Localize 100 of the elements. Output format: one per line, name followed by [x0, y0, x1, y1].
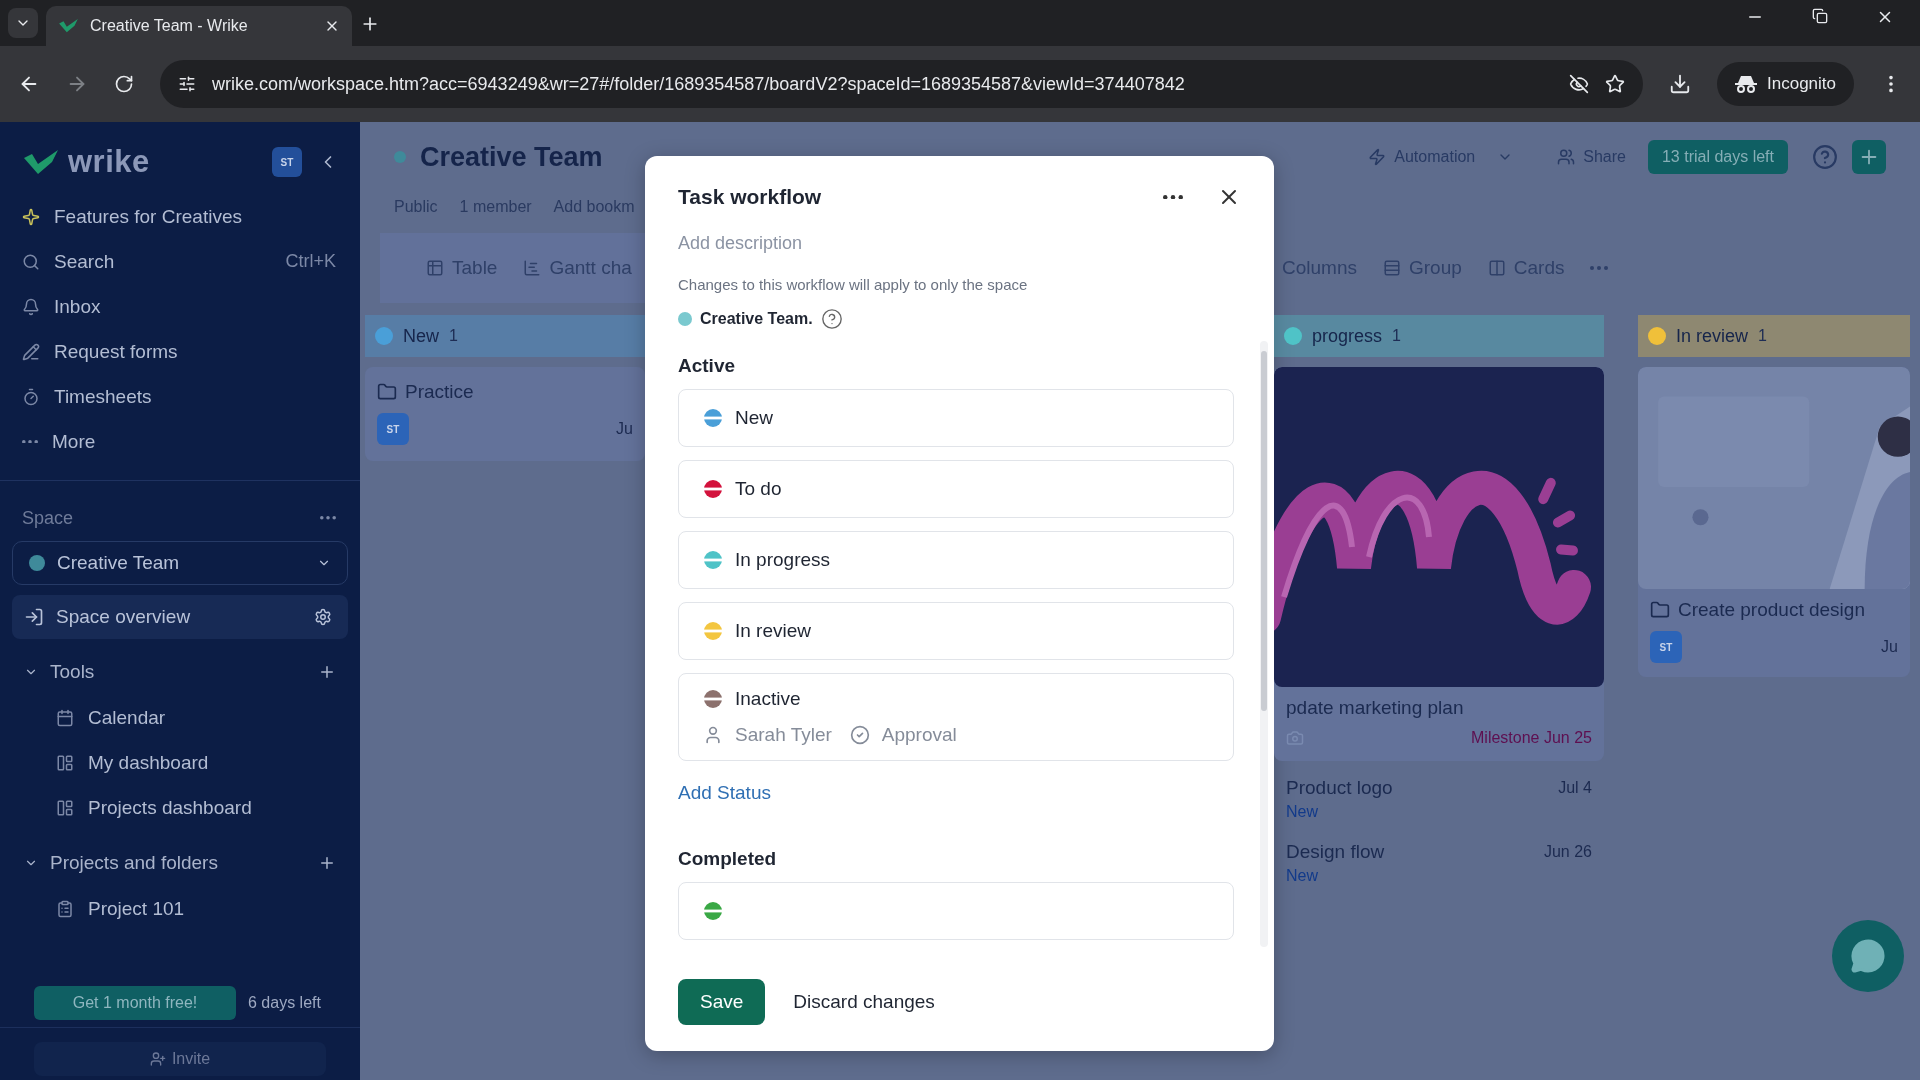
- download-icon[interactable]: [1669, 73, 1691, 95]
- add-icon[interactable]: [318, 854, 336, 872]
- shortcut-hint: Ctrl+K: [285, 251, 336, 272]
- person-icon: [703, 725, 723, 745]
- task-card[interactable]: Practice ST Ju: [365, 367, 645, 461]
- status-row[interactable]: New: [678, 389, 1234, 447]
- camera-icon: [1286, 729, 1304, 747]
- add-status-link[interactable]: Add Status: [678, 782, 1234, 804]
- add-button[interactable]: [1852, 140, 1886, 174]
- help-icon[interactable]: [820, 308, 843, 330]
- trial-badge[interactable]: 13 trial days left: [1647, 140, 1788, 174]
- space-icon: [29, 555, 45, 571]
- favicon-icon: [58, 18, 80, 34]
- status-row[interactable]: To do: [678, 460, 1234, 518]
- invite-button[interactable]: Invite: [34, 1042, 326, 1076]
- promo-button[interactable]: Get 1 month free!: [34, 986, 236, 1020]
- section-label: Space: [22, 507, 74, 529]
- card-title[interactable]: Create product design: [1678, 599, 1865, 621]
- status-row[interactable]: In review: [678, 602, 1234, 660]
- discard-button[interactable]: Discard changes: [787, 990, 941, 1014]
- search-icon: [22, 252, 40, 271]
- tab-list-button[interactable]: [8, 8, 38, 38]
- site-settings-icon[interactable]: [178, 75, 196, 93]
- status-row[interactable]: In progress: [678, 531, 1234, 589]
- save-button[interactable]: Save: [678, 979, 766, 1025]
- user-avatar[interactable]: ST: [272, 147, 302, 177]
- column-title: In review: [1676, 325, 1749, 347]
- group-title: Completed: [678, 848, 778, 870]
- rows-icon: [1383, 259, 1401, 277]
- approval-label: Approval: [881, 724, 957, 746]
- nav-item[interactable]: Timesheets: [0, 374, 360, 419]
- group-title: Active: [678, 355, 737, 377]
- column-count: 1: [1758, 327, 1767, 345]
- add-icon[interactable]: [318, 663, 336, 681]
- space-icon: [678, 312, 692, 326]
- nav-item[interactable]: Features for Creatives: [0, 194, 360, 239]
- status-label: New: [1286, 867, 1319, 885]
- section-header[interactable]: Projects and folders: [0, 840, 360, 886]
- due-date: Jun 26: [1543, 843, 1592, 861]
- card-title[interactable]: Product logo: [1286, 777, 1393, 799]
- card-title[interactable]: Design flow: [1286, 841, 1385, 863]
- card-title[interactable]: pdate marketing plan: [1286, 697, 1464, 719]
- folder-icon: [1650, 600, 1670, 620]
- chat-icon: [1850, 938, 1886, 974]
- project-icon: [56, 899, 74, 918]
- gantt-icon: [523, 259, 542, 277]
- address-bar[interactable]: wrike.com/workspace.htm?acc=6943249&wr=27#/folder/1689354587/boardV2?spaceId=1689354587&viewId=374407842: [160, 60, 1643, 108]
- space-selector[interactable]: Creative Team: [12, 541, 348, 585]
- eye-off-icon[interactable]: [1569, 74, 1589, 94]
- nav-item[interactable]: Inbox: [0, 284, 360, 329]
- browser-tab[interactable]: Creative Team - Wrike: [46, 6, 352, 46]
- status-name: New: [735, 407, 773, 429]
- settings-icon[interactable]: [314, 608, 332, 626]
- task-card[interactable]: Create product design ST Ju: [1638, 367, 1910, 677]
- restore-icon[interactable]: [1812, 8, 1828, 24]
- more-icon[interactable]: [1163, 194, 1183, 200]
- bell-icon: [22, 297, 40, 316]
- task-card[interactable]: pdate marketing plan Milestone Jun 25: [1274, 367, 1604, 761]
- space-icon: [394, 151, 406, 163]
- task-card[interactable]: Design flow Jun 26 New: [1274, 835, 1604, 889]
- status-label: New: [1286, 803, 1319, 821]
- due-date: Ju: [616, 420, 633, 438]
- card-title[interactable]: Practice: [405, 381, 474, 403]
- section-header[interactable]: Tools: [0, 649, 360, 695]
- status-row[interactable]: Inactive Sarah Tyler Approval: [678, 673, 1234, 761]
- sidebar-item[interactable]: My dashboard: [0, 740, 360, 785]
- enter-icon: [24, 607, 44, 627]
- due-date: Ju: [1881, 638, 1898, 656]
- table-icon: [426, 259, 444, 277]
- space-overview-item[interactable]: Space overview: [12, 595, 348, 639]
- page-title: Creative Team: [420, 141, 603, 173]
- scrollbar[interactable]: [1260, 341, 1268, 947]
- columns-icon: [1487, 259, 1506, 277]
- trial-note: 6 days left: [248, 994, 321, 1012]
- task-card[interactable]: Product logo Jul 4 New: [1274, 771, 1604, 825]
- column-title: progress: [1312, 325, 1383, 347]
- reload-icon[interactable]: [114, 74, 134, 94]
- sidebar-item[interactable]: Calendar: [0, 695, 360, 740]
- nav-item[interactable]: Request forms: [0, 329, 360, 374]
- bookmark-star-icon[interactable]: [1605, 74, 1625, 94]
- calendar-icon: [56, 708, 74, 727]
- space-name: Creative Team.: [700, 310, 813, 328]
- assignee-avatar: ST: [377, 413, 409, 445]
- folder-icon: [377, 382, 397, 402]
- column-count: 1: [1392, 327, 1401, 345]
- lightning-icon: [1368, 148, 1387, 166]
- nav-item[interactable]: Search Ctrl+K: [0, 239, 360, 284]
- dashboard-icon: [56, 753, 74, 772]
- milestone-tag: Milestone Jun 25: [1471, 729, 1592, 747]
- logo-text: wrike: [68, 144, 150, 180]
- sidebar-item[interactable]: Project 101: [0, 886, 360, 931]
- sidebar-item[interactable]: Projects dashboard: [0, 785, 360, 830]
- check-circle-icon: [849, 725, 870, 745]
- timer-icon: [22, 387, 40, 406]
- dialog-title: Task workflow: [678, 185, 823, 209]
- status-name: In progress: [735, 549, 831, 571]
- pencil-icon: [22, 342, 40, 361]
- status-name: In review: [735, 620, 812, 642]
- nav-item[interactable]: More: [0, 419, 360, 464]
- incognito-chip[interactable]: Incognito: [1717, 62, 1854, 106]
